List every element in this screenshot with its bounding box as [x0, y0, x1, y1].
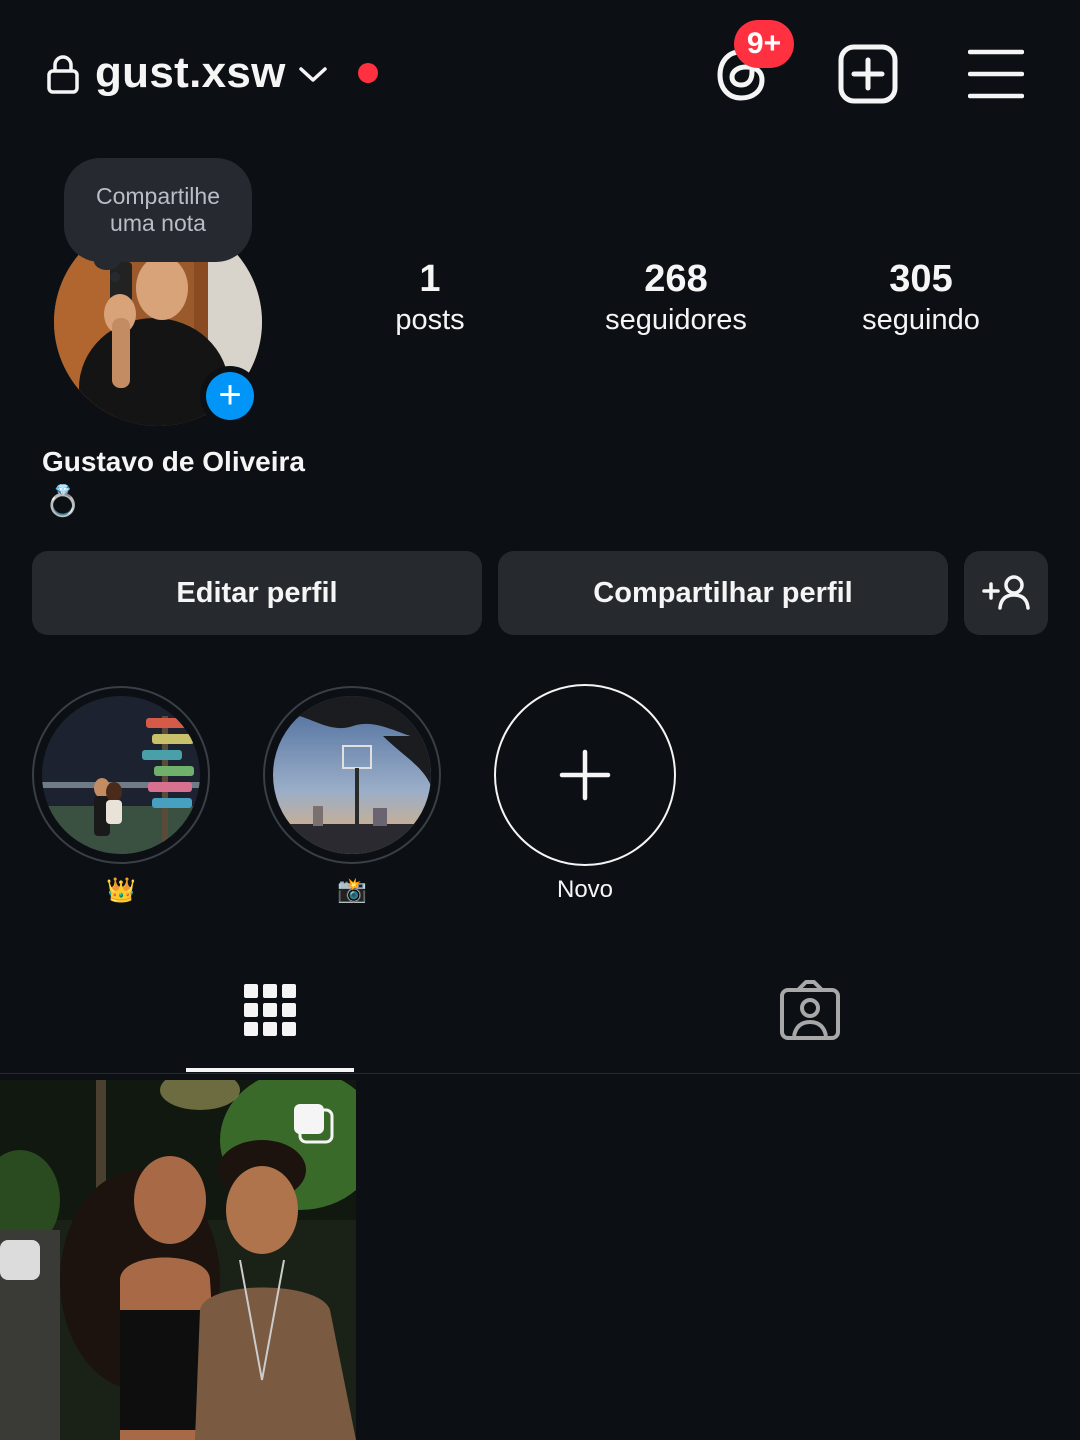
edit-profile-button[interactable]: Editar perfil [32, 551, 482, 635]
highlight-cover [42, 696, 200, 854]
share-note-bubble[interactable]: Compartilhe uma nota [64, 158, 252, 262]
create-icon[interactable] [838, 44, 898, 104]
post-thumbnail[interactable] [0, 1080, 356, 1440]
stat-posts[interactable]: 1 posts [320, 256, 540, 338]
stat-followers-count: 268 [644, 258, 708, 300]
add-story-button[interactable]: + [200, 366, 260, 426]
plus-icon [559, 749, 611, 801]
stat-posts-label: posts [395, 304, 465, 336]
account-username[interactable]: gust.xsw [95, 48, 286, 98]
tagged-person-icon [780, 980, 840, 1040]
profile-bio: 💍 [44, 485, 82, 518]
tab-posts-grid[interactable] [186, 960, 354, 1072]
note-text-line2: uma nota [110, 210, 206, 236]
stat-following-label: seguindo [862, 304, 980, 336]
live-indicator-dot [358, 63, 378, 83]
highlight-cover [273, 696, 431, 854]
stat-following-count: 305 [889, 258, 953, 300]
highlight-label: 📸 [337, 877, 367, 904]
tab-tagged[interactable] [726, 960, 894, 1072]
notification-badge: 9+ [734, 20, 794, 68]
carousel-icon [294, 1104, 334, 1144]
grid-icon [244, 984, 296, 1036]
chevron-down-icon[interactable] [298, 62, 328, 86]
stat-following[interactable]: 305 seguindo [811, 256, 1031, 338]
lock-icon [47, 55, 79, 94]
plus-icon: + [206, 372, 254, 420]
stat-posts-count: 1 [419, 258, 441, 300]
stat-followers-label: seguidores [605, 304, 747, 336]
add-person-icon [982, 575, 1030, 610]
note-bubble-tail [110, 272, 120, 282]
new-highlight-label: Novo [556, 876, 614, 903]
active-tab-indicator [186, 1068, 354, 1072]
note-text-line1: Compartilhe [96, 183, 220, 209]
highlight-label: 👑 [106, 877, 136, 904]
new-highlight-button[interactable] [494, 684, 676, 866]
menu-icon[interactable] [968, 48, 1024, 100]
highlight-camera[interactable] [263, 686, 441, 864]
stat-followers[interactable]: 268 seguidores [566, 256, 786, 338]
discover-people-button[interactable] [964, 551, 1048, 635]
share-profile-button[interactable]: Compartilhar perfil [498, 551, 948, 635]
highlight-crown[interactable] [32, 686, 210, 864]
profile-full-name: Gustavo de Oliveira [42, 446, 305, 477]
tabs-divider [0, 1073, 1080, 1074]
